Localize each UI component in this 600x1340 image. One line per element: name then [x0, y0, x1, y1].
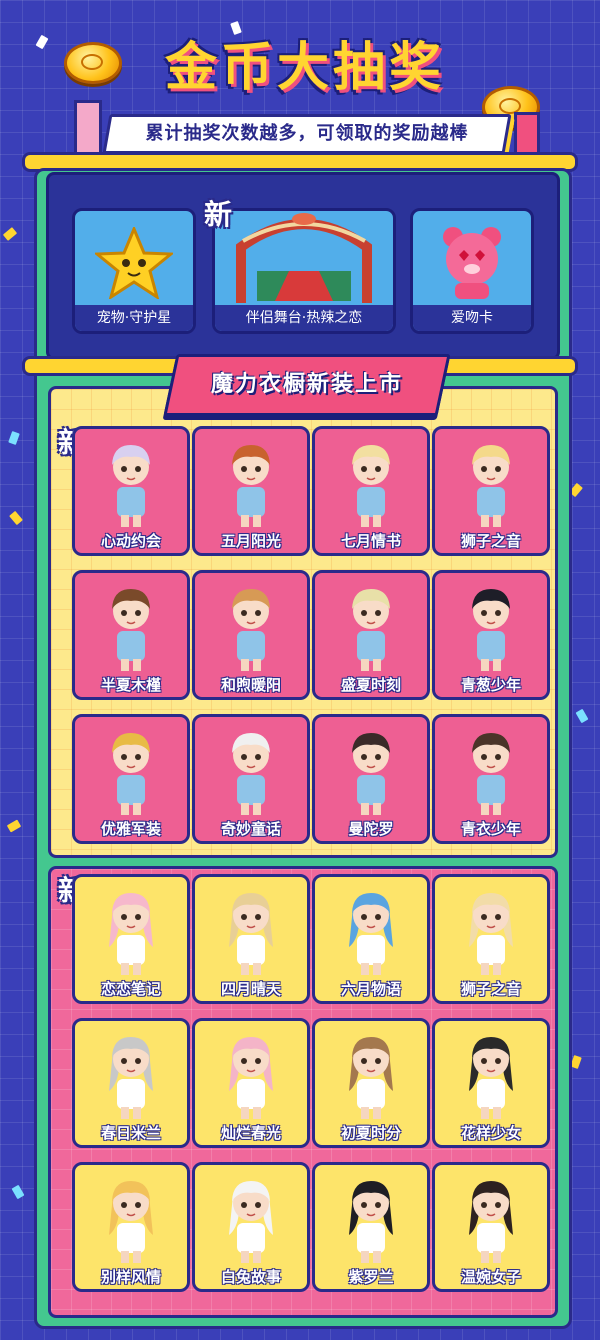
- character-avatar-icon: [469, 1037, 513, 1119]
- outfit-label: 初夏时分: [340, 1124, 401, 1142]
- outfit-card[interactable]: 七月情书: [312, 426, 430, 556]
- outfit-card[interactable]: 狮子之音: [432, 426, 550, 556]
- coin-icon: [64, 42, 122, 84]
- confetti: [8, 430, 20, 446]
- outfit-label: 五月阳光: [220, 532, 281, 550]
- confetti: [6, 819, 22, 833]
- reward-couple-stage[interactable]: 伴侣舞台·热辣之恋: [212, 208, 396, 334]
- outfit-label: 白兔故事: [220, 1268, 281, 1286]
- bear-card-icon: [443, 227, 501, 299]
- outfit-label: 曼陀罗: [348, 820, 394, 838]
- reward-label: 伴侣舞台·热辣之恋: [215, 305, 393, 331]
- character-avatar-icon: [229, 1037, 273, 1119]
- outfit-label: 六月物语: [340, 980, 401, 998]
- outfit-label: 狮子之音: [460, 980, 521, 998]
- outfit-card[interactable]: 狮子之音: [432, 874, 550, 1004]
- outfit-card[interactable]: 奇妙童话: [192, 714, 310, 844]
- character-avatar-icon: [469, 1181, 513, 1263]
- outfit-card[interactable]: 别样风情: [72, 1162, 190, 1292]
- outfit-label: 心动约会: [100, 532, 161, 550]
- reward-pet-star[interactable]: 宠物·守护星: [72, 208, 196, 334]
- star-pet-icon: [95, 227, 173, 299]
- outfit-card[interactable]: 和煦暖阳: [192, 570, 310, 700]
- outfit-card[interactable]: 初夏时分: [312, 1018, 430, 1148]
- outfit-card[interactable]: 青葱少年: [432, 570, 550, 700]
- reward-kiss-card[interactable]: 爱吻卡: [410, 208, 534, 334]
- outfit-label: 四月晴天: [220, 980, 281, 998]
- outfit-card[interactable]: 紫罗兰: [312, 1162, 430, 1292]
- character-avatar-icon: [109, 1037, 153, 1119]
- outfit-card[interactable]: 温婉女子: [432, 1162, 550, 1292]
- reward-label: 爱吻卡: [413, 305, 531, 331]
- character-avatar-icon: [112, 445, 150, 527]
- outfit-card[interactable]: 盛夏时刻: [312, 570, 430, 700]
- character-avatar-icon: [232, 589, 270, 671]
- new-outfits-banner: 魔力衣橱新装上市: [163, 354, 451, 416]
- character-avatar-icon: [469, 893, 513, 975]
- character-avatar-icon: [112, 733, 150, 815]
- character-avatar-icon: [472, 589, 510, 671]
- character-avatar-icon: [352, 733, 390, 815]
- outfit-card[interactable]: 五月阳光: [192, 426, 310, 556]
- character-avatar-icon: [232, 445, 270, 527]
- outfit-label: 青葱少年: [460, 676, 521, 694]
- outfit-card[interactable]: 六月物语: [312, 874, 430, 1004]
- outfit-card[interactable]: 四月晴天: [192, 874, 310, 1004]
- outfit-card[interactable]: 半夏木槿: [72, 570, 190, 700]
- page-title: 金币大抽奖: [164, 38, 445, 98]
- outfit-label: 别样风情: [100, 1268, 161, 1286]
- character-avatar-icon: [109, 893, 153, 975]
- outfit-card[interactable]: 曼陀罗: [312, 714, 430, 844]
- stage-icon: [236, 213, 372, 303]
- confetti: [9, 510, 23, 526]
- outfit-label: 温婉女子: [460, 1268, 521, 1286]
- outfit-card[interactable]: 心动约会: [72, 426, 190, 556]
- outfit-card[interactable]: 青衣少年: [432, 714, 550, 844]
- reward-label: 宠物·守护星: [75, 305, 193, 331]
- outfit-label: 春日米兰: [100, 1124, 161, 1142]
- character-avatar-icon: [232, 733, 270, 815]
- character-avatar-icon: [229, 1181, 273, 1263]
- subtitle-text: 累计抽奖次数越多，可领取的奖励越棒: [145, 123, 469, 144]
- character-avatar-icon: [349, 1037, 393, 1119]
- character-avatar-icon: [349, 893, 393, 975]
- outfit-label: 和煦暖阳: [220, 676, 281, 694]
- character-avatar-icon: [472, 733, 510, 815]
- outfit-label: 花样少女: [460, 1124, 521, 1142]
- character-avatar-icon: [112, 589, 150, 671]
- outfit-label: 青衣少年: [460, 820, 521, 838]
- character-avatar-icon: [109, 1181, 153, 1263]
- outfit-card[interactable]: 灿烂春光: [192, 1018, 310, 1148]
- subtitle-banner: 累计抽奖次数越多，可领取的奖励越棒: [102, 114, 512, 154]
- outfit-label: 七月情书: [340, 532, 401, 550]
- character-avatar-icon: [352, 589, 390, 671]
- character-avatar-icon: [472, 445, 510, 527]
- outfit-label: 盛夏时刻: [340, 676, 401, 694]
- outfit-label: 紫罗兰: [348, 1268, 394, 1286]
- outfit-card[interactable]: 花样少女: [432, 1018, 550, 1148]
- outfit-card[interactable]: 恋恋笔记: [72, 874, 190, 1004]
- outfit-card[interactable]: 白兔故事: [192, 1162, 310, 1292]
- character-avatar-icon: [349, 1181, 393, 1263]
- new-badge: 新: [204, 198, 233, 231]
- confetti: [35, 34, 49, 50]
- character-avatar-icon: [229, 893, 273, 975]
- outfit-label: 半夏木槿: [100, 676, 161, 694]
- outfit-label: 灿烂春光: [220, 1124, 281, 1142]
- confetti: [2, 227, 18, 241]
- character-avatar-icon: [352, 445, 390, 527]
- outfit-label: 优雅军装: [100, 820, 161, 838]
- outfit-card[interactable]: 优雅军装: [72, 714, 190, 844]
- confetti: [575, 708, 589, 724]
- pillar-left: [74, 100, 102, 160]
- banner-text: 魔力衣橱新装上市: [210, 372, 403, 397]
- outfit-card[interactable]: 春日米兰: [72, 1018, 190, 1148]
- outfit-label: 奇妙童话: [220, 820, 281, 838]
- outfit-label: 狮子之音: [460, 532, 521, 550]
- confetti: [11, 1184, 25, 1200]
- outfit-label: 恋恋笔记: [100, 980, 161, 998]
